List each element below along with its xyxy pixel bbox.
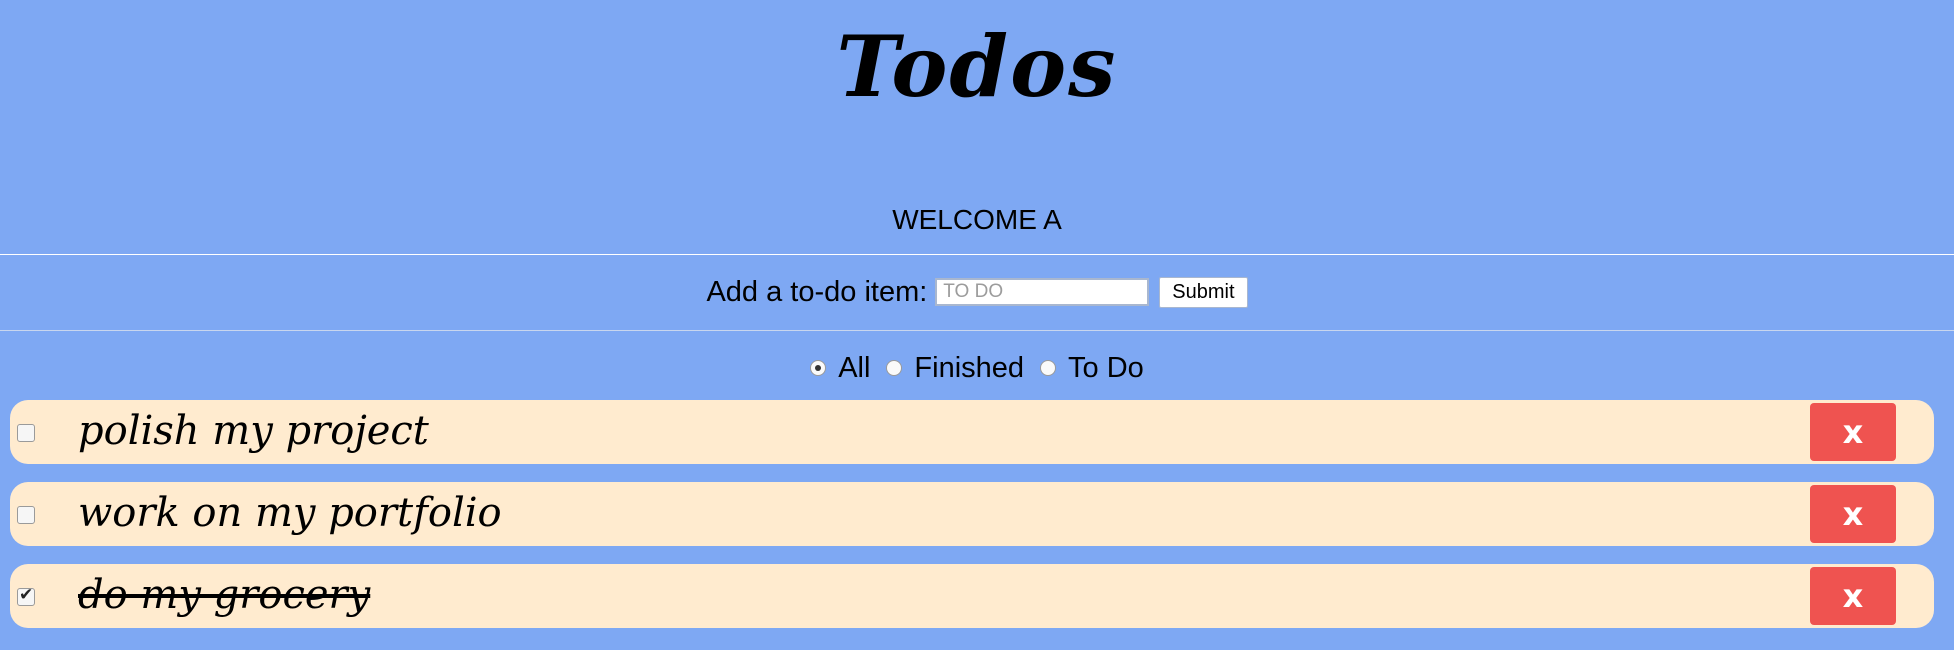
delete-todo-button[interactable]: x [1810, 403, 1896, 461]
filter-finished-radio[interactable] [886, 360, 903, 376]
divider-bottom [0, 330, 1954, 331]
todo-item: polish my project x [10, 400, 1934, 464]
todo-item-text: polish my project [78, 408, 429, 454]
todo-item-checkbox[interactable] [17, 424, 35, 442]
filter-todo-label: To Do [1068, 351, 1144, 384]
todo-item: work on my portfolio x [10, 482, 1934, 546]
add-todo-label: Add a to-do item: [706, 275, 928, 308]
todo-item-checkbox[interactable] [17, 506, 35, 524]
add-todo-form: Add a to-do item: Submit [0, 274, 1954, 310]
delete-todo-button[interactable]: x [1810, 567, 1896, 625]
submit-button[interactable]: Submit [1159, 276, 1248, 308]
filter-finished[interactable]: Finished [886, 352, 1024, 385]
delete-todo-button[interactable]: x [1810, 485, 1896, 543]
todo-item-checkbox[interactable] [17, 585, 35, 606]
todo-item-text: do my grocery [78, 572, 371, 618]
filter-todo[interactable]: To Do [1040, 352, 1144, 385]
welcome-message: WELCOME A [892, 204, 1062, 235]
filter-all-label: All [838, 351, 871, 384]
filter-finished-label: Finished [914, 351, 1025, 384]
todo-input[interactable] [935, 278, 1150, 306]
todo-item-text: work on my portfolio [78, 490, 502, 536]
filter-all-radio[interactable] [810, 360, 827, 376]
todo-item: do my grocery x [10, 564, 1934, 628]
divider-top [0, 254, 1954, 255]
todo-list: polish my project x work on my portfolio… [10, 400, 1934, 646]
filter-todo-radio[interactable] [1040, 360, 1057, 376]
page-title: Todos [836, 17, 1118, 116]
filter-group: All Finished To Do [0, 348, 1954, 388]
filter-all[interactable]: All [810, 352, 870, 385]
